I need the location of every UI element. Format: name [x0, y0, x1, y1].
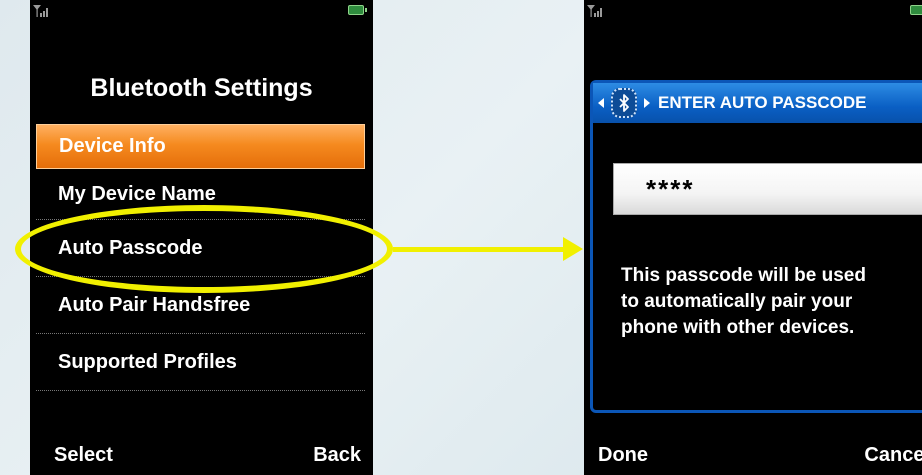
status-bar [584, 0, 922, 22]
signal-strength-icon [587, 5, 602, 17]
menu-item-label: Device Info [59, 135, 166, 157]
passcode-input[interactable]: **** [613, 163, 922, 215]
battery-icon [348, 5, 367, 15]
menu-item-label: My Device Name [58, 182, 216, 205]
arrow-line [393, 247, 565, 252]
softkey-bar: Select Back [30, 435, 373, 475]
highlight-ellipse [15, 205, 393, 293]
status-bar [30, 0, 373, 22]
arrow-head-icon [563, 237, 583, 261]
info-line: phone with other devices. [621, 317, 855, 338]
next-arrow-icon[interactable] [644, 98, 650, 108]
phone-screen-enter-auto-passcode: ENTER AUTO PASSCODE **** This passcode w… [584, 0, 922, 475]
battery-icon [910, 5, 922, 15]
menu-item-supported-profiles[interactable]: Supported Profiles [36, 334, 365, 391]
info-line: to automatically pair your [621, 291, 853, 312]
back-softkey[interactable]: Back [313, 444, 361, 467]
select-softkey[interactable]: Select [54, 444, 113, 467]
passcode-info-text: This passcode will be used to automatica… [621, 263, 921, 341]
previous-arrow-icon[interactable] [598, 98, 604, 108]
menu-item-label: Supported Profiles [58, 350, 237, 373]
menu-item-device-info[interactable]: Device Info [36, 124, 365, 169]
softkey-bar: Done Cancel [584, 435, 922, 475]
info-line: This passcode will be used [621, 265, 866, 286]
dialog-title: ENTER AUTO PASSCODE [658, 93, 867, 112]
signal-strength-icon [33, 5, 48, 17]
done-softkey[interactable]: Done [598, 444, 648, 467]
cancel-softkey[interactable]: Cancel [864, 444, 922, 467]
dialog-header: ENTER AUTO PASSCODE [593, 83, 922, 123]
passcode-dialog: ENTER AUTO PASSCODE **** This passcode w… [590, 80, 922, 413]
bluetooth-icon [611, 88, 637, 118]
page-title: Bluetooth Settings [90, 74, 313, 102]
menu-item-label: Auto Pair Handsfree [58, 293, 251, 316]
